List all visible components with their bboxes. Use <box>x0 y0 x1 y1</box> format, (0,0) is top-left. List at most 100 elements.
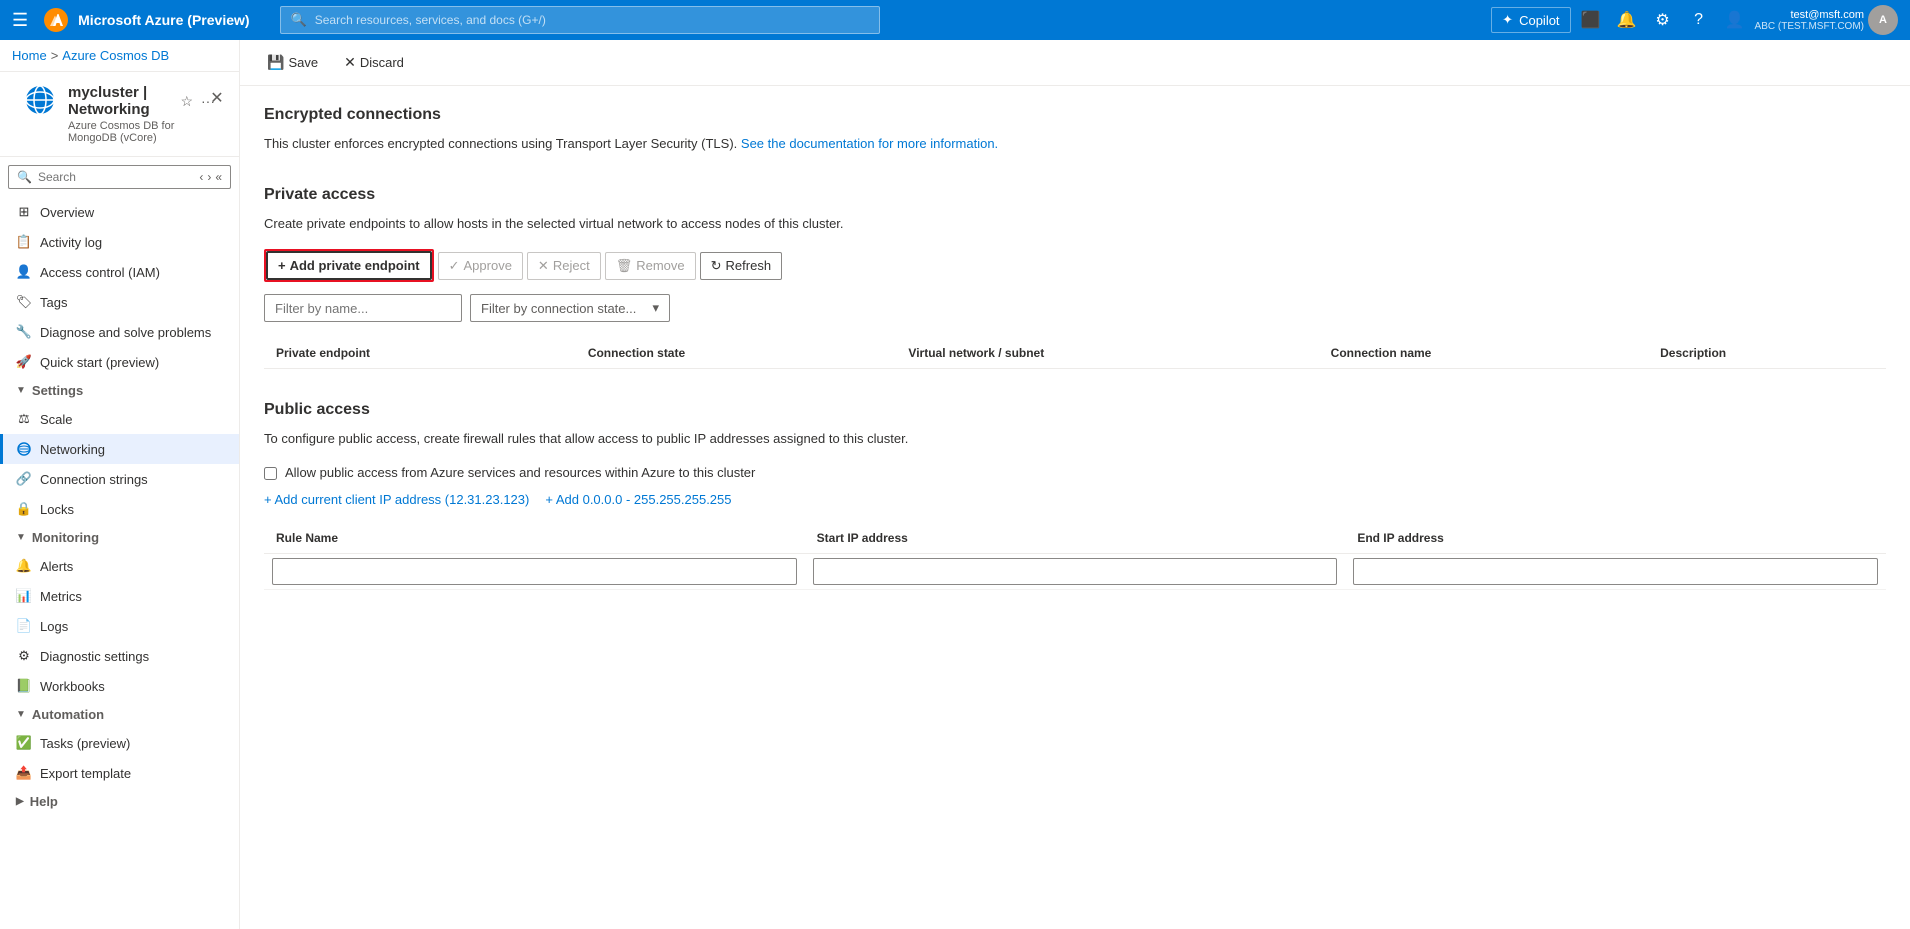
automation-section-header[interactable]: ▼ Automation <box>0 701 239 728</box>
save-icon: 💾 <box>267 54 284 71</box>
tasks-icon: ✅ <box>16 735 32 751</box>
add-endpoint-highlight: + Add private endpoint <box>264 249 434 282</box>
remove-button[interactable]: 🗑 Remove <box>605 252 696 280</box>
firewall-table-header-row: Rule Name Start IP address End IP addres… <box>264 523 1886 554</box>
sidebar-help-header[interactable]: ▶ Help <box>0 788 239 815</box>
public-access-checkbox[interactable] <box>264 467 277 480</box>
approve-button[interactable]: ✓ Approve <box>438 252 523 280</box>
close-button[interactable]: ✕ <box>203 84 231 112</box>
col-header-description: Description <box>1648 338 1886 369</box>
favorite-icon[interactable]: ☆ <box>180 93 193 110</box>
save-button[interactable]: 💾 Save <box>256 48 329 77</box>
col-header-virtual-network: Virtual network / subnet <box>896 338 1318 369</box>
content-toolbar: 💾 Save ✕ Discard <box>240 40 1910 86</box>
sidebar-item-tags[interactable]: 🏷 Tags <box>0 287 239 317</box>
azure-logo <box>44 8 68 32</box>
sidebar-item-diagnose[interactable]: 🔧 Diagnose and solve problems <box>0 317 239 347</box>
end-ip-cell <box>1345 553 1886 589</box>
sidebar: Home > Azure Cosmos DB mycluster | Netwo… <box>0 40 240 929</box>
sidebar-item-logs[interactable]: 📄 Logs <box>0 611 239 641</box>
networking-icon <box>16 441 32 457</box>
discard-icon: ✕ <box>344 54 356 71</box>
user-account[interactable]: test@msft.com ABC (TEST.MSFT.COM) <box>1755 9 1864 32</box>
sidebar-search-nav-prev[interactable]: ‹ <box>199 170 203 184</box>
remove-icon: 🗑 <box>616 258 633 274</box>
add-private-endpoint-button[interactable]: + Add private endpoint <box>266 251 432 280</box>
sidebar-search-nav-next[interactable]: › <box>207 170 211 184</box>
end-ip-input[interactable] <box>1353 558 1878 585</box>
col-header-rule-name: Rule Name <box>264 523 805 554</box>
export-template-icon: 📤 <box>16 765 32 781</box>
start-ip-input[interactable] <box>813 558 1338 585</box>
encrypted-connections-title: Encrypted connections <box>264 106 1886 124</box>
refresh-button[interactable]: ↻ Refresh <box>700 252 782 280</box>
rule-name-input[interactable] <box>272 558 797 585</box>
overview-icon: ⊞ <box>16 204 32 220</box>
firewall-table-body <box>264 553 1886 589</box>
connection-strings-icon: 🔗 <box>16 471 32 487</box>
col-header-connection-state: Connection state <box>576 338 897 369</box>
resource-icon <box>24 84 56 116</box>
sidebar-search-input[interactable] <box>38 170 193 184</box>
global-search-input[interactable] <box>315 13 869 27</box>
sidebar-item-networking[interactable]: Networking <box>0 434 239 464</box>
plus-icon: + <box>278 258 286 273</box>
sidebar-item-access-control[interactable]: 👤 Access control (IAM) <box>0 257 239 287</box>
filter-by-name-input[interactable] <box>264 294 462 322</box>
refresh-icon: ↻ <box>711 258 722 274</box>
sidebar-item-metrics[interactable]: 📊 Metrics <box>0 581 239 611</box>
sidebar-item-alerts[interactable]: 🔔 Alerts <box>0 551 239 581</box>
activity-log-icon: 📋 <box>16 234 32 250</box>
public-access-desc: To configure public access, create firew… <box>264 429 1886 449</box>
filter-by-state-select[interactable]: Filter by connection state... ▾ <box>470 294 670 322</box>
sidebar-item-diagnostic-settings[interactable]: ⚙ Diagnostic settings <box>0 641 239 671</box>
sidebar-item-overview[interactable]: ⊞ Overview <box>0 197 239 227</box>
content-body: Encrypted connections This cluster enfor… <box>240 86 1910 642</box>
notifications-icon[interactable]: 🔔 <box>1611 4 1643 36</box>
encrypted-connections-desc: This cluster enforces encrypted connecti… <box>264 134 1886 154</box>
feedback-icon[interactable]: ⬛ <box>1575 4 1607 36</box>
monitoring-section-header[interactable]: ▼ Monitoring <box>0 524 239 551</box>
discard-button[interactable]: ✕ Discard <box>333 48 415 77</box>
sidebar-item-quickstart[interactable]: 🚀 Quick start (preview) <box>0 347 239 377</box>
firewall-rule-row <box>264 553 1886 589</box>
automation-chevron-icon: ▼ <box>16 709 26 720</box>
topbar-icons: ✦ Copilot ⬛ 🔔 ⚙ ? 👤 test@msft.com ABC (T… <box>1491 4 1898 36</box>
col-header-start-ip: Start IP address <box>805 523 1346 554</box>
scale-icon: ⚖ <box>16 411 32 427</box>
sidebar-item-locks[interactable]: 🔒 Locks <box>0 494 239 524</box>
global-search-box[interactable]: 🔍 <box>280 6 880 34</box>
settings-section-header[interactable]: ▼ Settings <box>0 377 239 404</box>
sidebar-item-connection-strings[interactable]: 🔗 Connection strings <box>0 464 239 494</box>
copilot-icon: ✦ <box>1502 12 1513 28</box>
sidebar-search-icon: 🔍 <box>17 170 32 184</box>
sidebar-item-scale[interactable]: ⚖ Scale <box>0 404 239 434</box>
copilot-button[interactable]: ✦ Copilot <box>1491 7 1570 33</box>
alerts-icon: 🔔 <box>16 558 32 574</box>
add-client-ip-link[interactable]: + Add current client IP address (12.31.2… <box>264 492 529 507</box>
sidebar-item-workbooks[interactable]: 📗 Workbooks <box>0 671 239 701</box>
breadcrumb-cosmos-db[interactable]: Azure Cosmos DB <box>62 48 169 63</box>
add-ip-range-link[interactable]: + Add 0.0.0.0 - 255.255.255.255 <box>545 492 731 507</box>
user-avatar[interactable]: A <box>1868 5 1898 35</box>
settings-icon[interactable]: ⚙ <box>1647 4 1679 36</box>
brand-name: Microsoft Azure (Preview) <box>78 12 249 28</box>
sidebar-item-tasks[interactable]: ✅ Tasks (preview) <box>0 728 239 758</box>
user-menu-icon[interactable]: 👤 <box>1719 4 1751 36</box>
quickstart-icon: 🚀 <box>16 354 32 370</box>
ip-links-row: + Add current client IP address (12.31.2… <box>264 492 1886 507</box>
sidebar-search-collapse[interactable]: « <box>215 170 222 184</box>
reject-button[interactable]: ✕ Reject <box>527 252 601 280</box>
sidebar-item-activity-log[interactable]: 📋 Activity log <box>0 227 239 257</box>
sidebar-item-export-template[interactable]: 📤 Export template <box>0 758 239 788</box>
start-ip-cell <box>805 553 1346 589</box>
sidebar-search-box[interactable]: 🔍 ‹ › « <box>8 165 231 189</box>
col-header-end-ip: End IP address <box>1345 523 1886 554</box>
hamburger-menu[interactable]: ☰ <box>12 10 28 31</box>
tls-docs-link[interactable]: See the documentation for more informati… <box>741 136 998 151</box>
breadcrumb-home[interactable]: Home <box>12 48 47 63</box>
help-chevron-icon: ▶ <box>16 796 24 807</box>
help-icon[interactable]: ? <box>1683 4 1715 36</box>
private-access-section: Private access Create private endpoints … <box>264 186 1886 370</box>
public-access-title: Public access <box>264 401 1886 419</box>
